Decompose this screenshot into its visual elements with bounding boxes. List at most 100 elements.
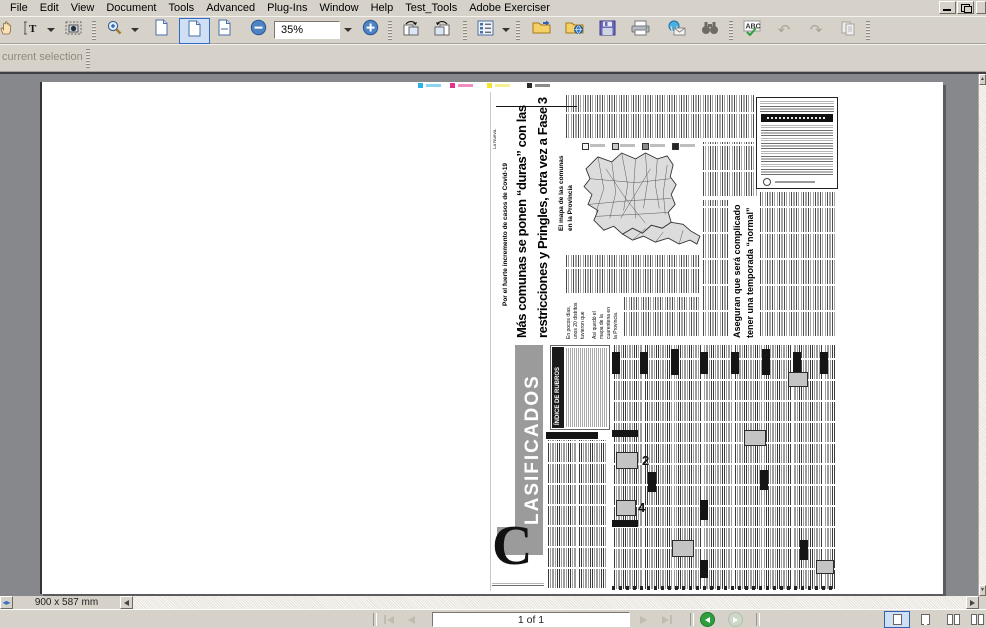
vertical-scrollbar[interactable]: ▲ ▼ <box>978 74 986 596</box>
scroll-left-button[interactable] <box>120 596 133 609</box>
next-page-button[interactable] <box>640 612 647 627</box>
classified-photo <box>744 430 766 446</box>
hand-tool-button[interactable] <box>0 18 14 42</box>
menu-adobe-exerciser[interactable]: Adobe Exerciser <box>463 2 556 14</box>
toolbar-grip[interactable] <box>729 21 733 40</box>
list-icon <box>477 20 494 41</box>
toolbar-grip[interactable] <box>866 21 870 40</box>
text-select-tool-button[interactable]: T <box>18 18 44 42</box>
save-button[interactable] <box>593 18 621 42</box>
print-button[interactable] <box>626 18 654 42</box>
kicker-text: Por el fuerte incremento de casos de Cov… <box>501 110 511 306</box>
first-page-button[interactable] <box>384 612 394 627</box>
text-select-dropdown[interactable] <box>45 18 56 42</box>
document-pane[interactable]: La Nueva. Por el fuerte incremento de ca… <box>0 72 986 596</box>
menu-window[interactable]: Window <box>313 2 364 14</box>
single-page-layout-button[interactable] <box>884 611 910 628</box>
body-text-block <box>566 255 700 295</box>
continuous-facing-layout-button[interactable] <box>968 611 986 628</box>
fit-page-button[interactable] <box>179 18 210 44</box>
toolbar-grip[interactable] <box>388 21 392 40</box>
menu-document[interactable]: Document <box>100 2 162 14</box>
redo-button[interactable]: ↷ <box>802 18 830 42</box>
previous-page-button[interactable] <box>408 612 415 627</box>
toolbar-grip[interactable] <box>86 49 90 68</box>
pane-splitter-button[interactable]: ◂▸ <box>0 596 13 609</box>
next-view-button[interactable] <box>728 612 743 627</box>
toolbar-grip[interactable] <box>463 21 467 40</box>
email-button[interactable] <box>662 18 690 42</box>
spellcheck-icon: ABC <box>743 20 761 41</box>
last-page-button[interactable] <box>662 612 672 627</box>
horizontal-scrollbar-row: ◂▸ 900 x 587 mm <box>0 596 986 609</box>
save-floppy-icon <box>599 20 616 41</box>
search-button[interactable] <box>696 18 724 42</box>
restore-button[interactable] <box>957 1 974 14</box>
section-header-bar <box>731 352 739 374</box>
toolbar-grip[interactable] <box>516 21 520 40</box>
undo-icon: ↶ <box>778 23 791 38</box>
headline: Más comunas se ponen “duras” con las res… <box>512 106 554 338</box>
menu-file[interactable]: File <box>4 2 34 14</box>
menu-test-tools[interactable]: Test_Tools <box>399 2 463 14</box>
scroll-right-button[interactable] <box>966 596 979 609</box>
section-header-bar <box>800 540 808 560</box>
lead-line: la Provincia. <box>613 297 620 339</box>
province-map <box>576 149 702 251</box>
open-folder-icon <box>532 20 551 40</box>
zoom-tool-button[interactable] <box>101 18 128 42</box>
menu-advanced[interactable]: Advanced <box>200 2 261 14</box>
notice-text-block <box>761 125 833 175</box>
classifieds-grid <box>546 440 608 590</box>
fit-width-button[interactable] <box>211 18 238 42</box>
previous-view-button[interactable] <box>700 612 715 627</box>
printer-icon <box>631 20 650 41</box>
zoom-level-input[interactable]: 35% <box>274 21 340 39</box>
snapshot-tool-button[interactable] <box>60 18 87 42</box>
undo-button[interactable]: ↶ <box>770 18 798 42</box>
open-button[interactable] <box>527 18 555 42</box>
menu-view[interactable]: View <box>65 2 101 14</box>
municipality-emblem-icon <box>763 178 771 186</box>
scroll-down-icon[interactable]: ▼ <box>979 585 986 596</box>
copy-button[interactable] <box>834 18 862 42</box>
previous-page-icon <box>408 616 415 624</box>
statusbar: 1 of 1 <box>0 609 986 628</box>
page-number-input[interactable]: 1 of 1 <box>432 612 630 627</box>
lead-line: unos 20 distritos <box>573 297 580 339</box>
menu-edit[interactable]: Edit <box>34 2 65 14</box>
rotate-counterclockwise-button[interactable] <box>428 18 456 42</box>
section-header-bar <box>671 349 679 375</box>
section-header-bar <box>612 430 638 437</box>
classified-photo-label: 2 <box>642 453 649 468</box>
horizontal-scrollbar-track[interactable] <box>133 596 966 609</box>
navigation-tabs-dropdown[interactable] <box>500 18 511 42</box>
zoom-in-button[interactable] <box>358 18 382 42</box>
web-folder-icon <box>565 20 584 40</box>
lead-line: tuvieron que <box>580 297 587 339</box>
rotate-clockwise-button[interactable] <box>397 18 425 42</box>
hand-icon <box>0 20 15 41</box>
minimize-button[interactable] <box>939 1 956 14</box>
rotate-clockwise-icon <box>402 20 420 41</box>
actual-size-button[interactable] <box>148 18 175 42</box>
zoom-tool-dropdown[interactable] <box>129 18 140 42</box>
zoom-out-button[interactable] <box>246 18 270 42</box>
close-button[interactable] <box>976 1 986 14</box>
second-headline-line2: tener una temporada “normal” <box>744 200 757 338</box>
toolbar-grip[interactable] <box>92 21 96 40</box>
current-selection-label[interactable]: current selection <box>2 51 83 63</box>
spellcheck-button[interactable]: ABC <box>738 18 766 42</box>
continuous-layout-button[interactable] <box>912 611 938 628</box>
menu-tools[interactable]: Tools <box>163 2 201 14</box>
menu-plugins[interactable]: Plug-Ins <box>261 2 313 14</box>
open-web-page-button[interactable] <box>560 18 588 42</box>
navigation-tabs-button[interactable] <box>472 18 499 42</box>
facing-layout-button[interactable] <box>940 611 966 628</box>
scroll-up-icon[interactable]: ▲ <box>979 74 986 85</box>
zoom-level-dropdown[interactable] <box>341 18 354 42</box>
section-header-bar <box>612 352 620 374</box>
section-header-bar <box>760 470 768 490</box>
menu-help[interactable]: Help <box>365 2 400 14</box>
classified-photo <box>672 540 694 557</box>
